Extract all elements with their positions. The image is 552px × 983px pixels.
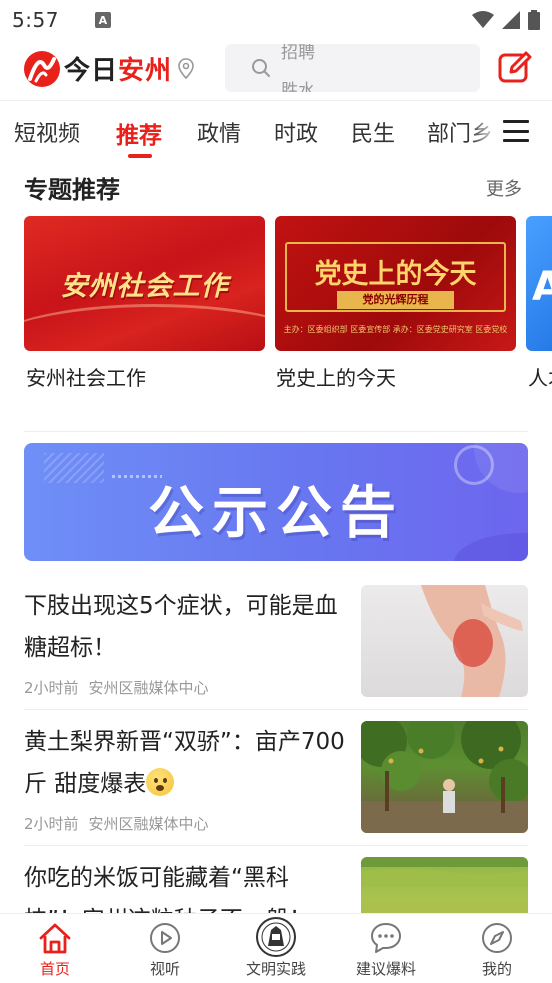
news-meta: 2小时前 安州区融媒体中心 — [24, 677, 209, 698]
section-title-topics: 专题推荐 — [24, 176, 120, 204]
nav-home[interactable]: 首页 — [0, 914, 110, 983]
news-separator — [24, 709, 528, 710]
header-divider — [0, 100, 552, 101]
edit-button[interactable] — [497, 50, 533, 86]
nav-label: 我的 — [481, 960, 512, 978]
topic-card-talent[interactable]: A — [526, 216, 552, 351]
topic-card-image-text: A — [532, 264, 552, 310]
news-thumbnail[interactable] — [361, 585, 528, 697]
more-link[interactable]: 更多 — [486, 175, 522, 201]
news-item[interactable]: 下肢出现这5个症状，可能是血糖超标！ 2小时前 安州区融媒体中心 — [24, 585, 528, 697]
news-source: 安州区融媒体中心 — [88, 679, 209, 697]
channel-menu-icon[interactable] — [503, 120, 529, 142]
nav-audio-video[interactable]: 视听 — [110, 914, 220, 983]
app-logo[interactable]: 今日安州 — [24, 50, 194, 87]
tab-politics-info[interactable]: 政情 — [197, 116, 241, 148]
nav-mine[interactable]: 我的 — [442, 914, 552, 983]
location-pin-icon[interactable] — [178, 57, 194, 80]
tab-current-affairs[interactable]: 时政 — [274, 116, 318, 148]
compass-icon — [482, 923, 512, 953]
nav-label: 建议爆料 — [355, 960, 416, 978]
tab-recommend[interactable]: 推荐 — [116, 116, 162, 150]
chat-icon — [371, 923, 401, 953]
news-thumbnail[interactable] — [361, 721, 528, 833]
news-time: 2小时前 — [24, 815, 79, 833]
search-icon — [252, 59, 270, 77]
news-meta: 2小时前 安州区融媒体中心 — [24, 813, 209, 834]
logo-text-red: 安州 — [118, 56, 173, 86]
topic-card-social-work[interactable]: 安州社会工作 — [24, 216, 265, 351]
tab-livelihood[interactable]: 民生 — [351, 116, 395, 148]
status-bar: 5:57 A — [0, 0, 552, 40]
topic-label[interactable]: 人才 — [528, 362, 552, 391]
news-separator — [24, 845, 528, 846]
search-bar[interactable]: 招聘 胜水 — [225, 44, 480, 92]
status-time: 5:57 — [12, 8, 59, 32]
nav-label: 首页 — [39, 960, 70, 978]
topic-label[interactable]: 安州社会工作 — [26, 362, 146, 391]
bottom-navigation: 首页 视听 文明实践 建议爆料 我的 — [0, 913, 552, 983]
news-title[interactable]: 黄土梨界新晋“双骄”：亩产700斤 甜度爆表 — [24, 721, 346, 805]
leg-image-icon — [421, 585, 523, 697]
news-title[interactable]: 下肢出现这5个症状，可能是血糖超标！ — [24, 585, 346, 669]
news-source: 安州区融媒体中心 — [88, 815, 209, 833]
banner-title: 公示公告 — [148, 481, 404, 546]
logo-text-black: 今日 — [64, 56, 119, 86]
search-placeholder-next: 胜水 — [281, 81, 315, 92]
play-icon — [150, 923, 180, 953]
news-item[interactable]: 黄土梨界新晋“双骄”：亩产700斤 甜度爆表 2小时前 安州区融媒体中心 — [24, 721, 528, 833]
battery-icon — [528, 10, 540, 30]
tab-short-video[interactable]: 短视频 — [14, 116, 80, 148]
search-placeholder-prev: 招聘 — [281, 44, 315, 63]
app-header: 今日安州 招聘 胜水 — [0, 40, 552, 100]
news-time: 2小时前 — [24, 679, 79, 697]
active-tab-indicator — [128, 154, 152, 158]
topic-card-image-subtext: 党的光辉历程 — [337, 291, 454, 309]
topic-card-party-history[interactable]: 党史上的今天 党的光辉历程 主办：区委组织部 区委宣传部 承办：区委党史研究室 … — [275, 216, 516, 351]
nav-civilization-practice[interactable]: 文明实践 — [221, 914, 331, 983]
news-title-text: 黄土梨界新晋“双骄”：亩产700斤 甜度爆表 — [24, 729, 345, 797]
wifi-icon — [472, 11, 494, 28]
card-decoration — [24, 304, 265, 351]
topic-card-image-text: 党史上的今天 — [314, 259, 477, 290]
announcement-banner[interactable]: 公示公告 — [24, 443, 528, 561]
signal-icon — [502, 11, 520, 29]
topic-label[interactable]: 党史上的今天 — [276, 362, 396, 391]
nav-suggestions[interactable]: 建议爆料 — [331, 914, 441, 983]
nav-label: 视听 — [149, 960, 180, 978]
logo-text: 今日安州 — [64, 50, 172, 87]
topic-card-image-footer: 主办：区委组织部 区委宣传部 承办：区委党史研究室 区委党校 — [283, 325, 508, 334]
nav-label: 文明实践 — [245, 960, 306, 978]
home-icon — [39, 923, 71, 954]
section-divider — [24, 431, 528, 432]
logo-mark-icon — [24, 50, 60, 87]
topic-card-image-text: 安州社会工作 — [60, 271, 229, 302]
sweat-emoji-icon — [146, 768, 175, 796]
notification-icon: A — [94, 12, 111, 28]
channel-tabs: 短视频 推荐 政情 时政 民生 部门乡 — [0, 104, 552, 160]
emblem-icon — [256, 917, 296, 957]
orchard-image-icon — [361, 721, 528, 833]
